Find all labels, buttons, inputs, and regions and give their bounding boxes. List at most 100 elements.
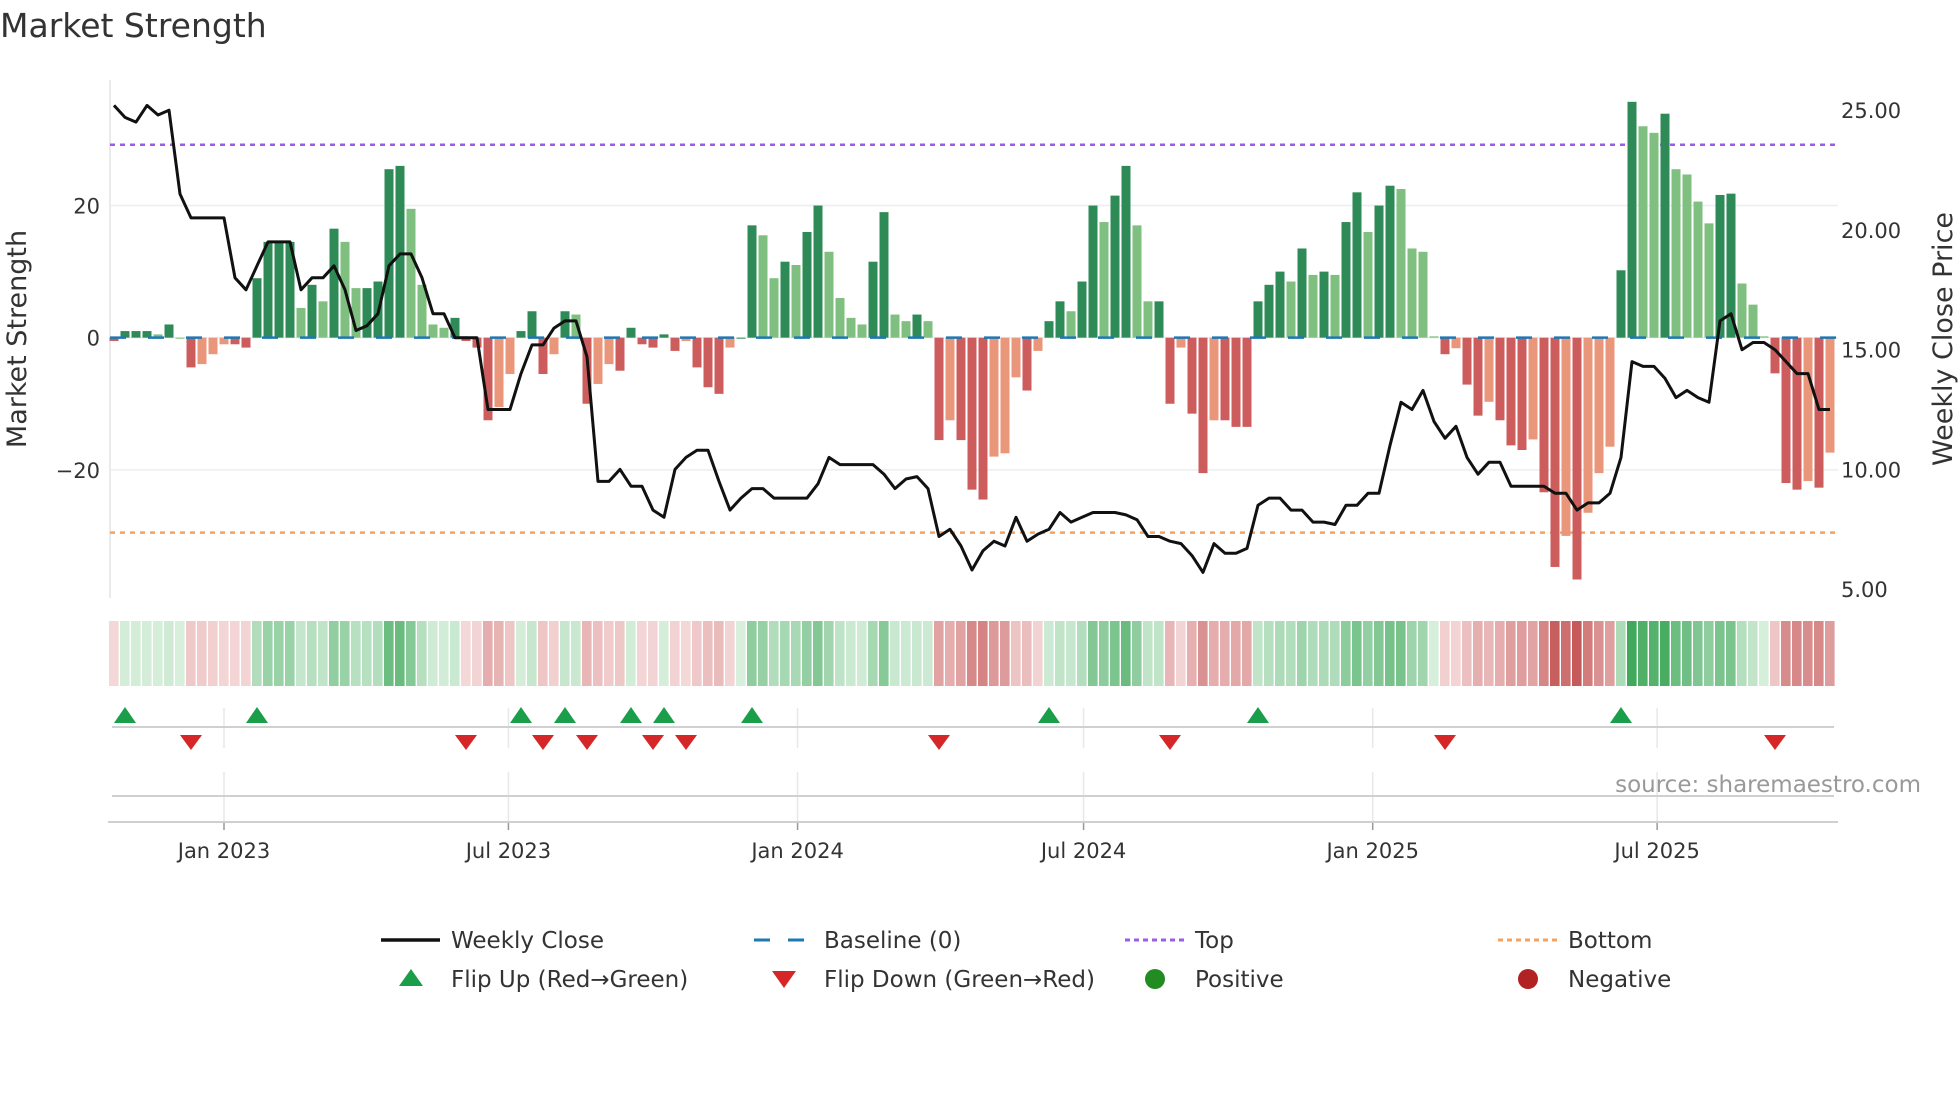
strength-bar — [1649, 132, 1659, 338]
strength-bar — [648, 337, 658, 348]
strength-heat-cell — [109, 621, 119, 686]
strength-heat-cell — [571, 621, 581, 686]
strength-heat-cell — [285, 621, 295, 686]
flip-up-marker — [554, 707, 576, 723]
strength-bar — [1165, 337, 1175, 404]
strength-heat-cell — [351, 621, 361, 686]
strength-heat-cell — [1121, 621, 1131, 686]
strength-heat-cell — [1693, 621, 1703, 686]
strength-heat-cell — [1396, 621, 1406, 686]
strength-heat-cell — [857, 621, 867, 686]
strength-heat-cell — [1781, 621, 1791, 686]
strength-bar — [890, 314, 900, 338]
strength-bar — [1759, 336, 1769, 338]
strength-heat-cell — [978, 621, 988, 686]
strength-heat-cell — [1583, 621, 1593, 686]
strength-heat-cell — [197, 621, 207, 686]
x-tick-label: Jul 2025 — [1612, 839, 1699, 863]
strength-bar — [747, 225, 757, 338]
legend-label: Positive — [1195, 967, 1284, 993]
legend-label: Flip Up (Red→Green) — [451, 967, 688, 993]
flip-up-marker — [620, 707, 642, 723]
flip-up-marker — [1610, 707, 1632, 723]
flip-up-marker — [653, 707, 675, 723]
strength-bar — [813, 205, 823, 338]
strength-bar — [615, 337, 625, 371]
strength-bar — [1110, 195, 1120, 338]
strength-heat-cell — [1737, 621, 1747, 686]
strength-bar — [1132, 225, 1142, 338]
strength-bar — [208, 337, 218, 355]
strength-bar — [1242, 337, 1252, 427]
strength-heat-cell — [1748, 621, 1758, 686]
strength-heat-cell — [1374, 621, 1384, 686]
strength-bar — [846, 317, 856, 338]
strength-bar — [1814, 337, 1824, 488]
strength-heat-cell — [1385, 621, 1395, 686]
strength-bar — [197, 337, 207, 365]
strength-heat-cell — [604, 621, 614, 686]
strength-heat-cell — [1616, 621, 1626, 686]
strength-bar — [1440, 337, 1450, 355]
flip-up-marker — [114, 707, 136, 723]
strength-heat-cell — [395, 621, 405, 686]
flip-up-marker — [246, 707, 268, 723]
triangle-down-icon — [772, 971, 796, 988]
strength-heat-cell — [296, 621, 306, 686]
strength-bar — [1616, 270, 1626, 338]
strength-heat-cell — [120, 621, 130, 686]
y-axis-label: Market Strength — [2, 230, 33, 448]
strength-bar — [1187, 337, 1197, 414]
strength-heat-cell — [1275, 621, 1285, 686]
legend-label: Negative — [1568, 967, 1671, 993]
strength-bar — [1011, 337, 1021, 378]
strength-heat-cell — [1363, 621, 1373, 686]
strength-bar — [769, 278, 779, 338]
strength-heat-cell — [1495, 621, 1505, 686]
strength-heat-cell — [1154, 621, 1164, 686]
strength-bar — [736, 337, 746, 339]
strength-heat-cell — [1792, 621, 1802, 686]
flip-down-marker — [928, 735, 950, 750]
strength-bar — [967, 337, 977, 490]
strength-bar — [1638, 126, 1648, 338]
strength-heat-cell — [230, 621, 240, 686]
strength-bar — [879, 212, 889, 338]
strength-heat-cell — [1550, 621, 1560, 686]
strength-bar — [131, 331, 141, 338]
flip-down-marker — [1159, 735, 1181, 750]
strength-bar — [318, 301, 328, 338]
strength-bar — [835, 298, 845, 338]
strength-heat-cell — [736, 621, 746, 686]
strength-bar — [1066, 311, 1076, 338]
strength-heat-cell — [1682, 621, 1692, 686]
strength-bar — [956, 337, 966, 441]
strength-bar — [1220, 337, 1230, 421]
strength-bar — [791, 265, 801, 338]
strength-heat-cell — [725, 621, 735, 686]
strength-heat-cell — [373, 621, 383, 686]
strength-bar — [1022, 337, 1032, 391]
flip-down-marker — [180, 735, 202, 750]
flip-up-marker — [1038, 707, 1060, 723]
strength-heat-cell — [1627, 621, 1637, 686]
strength-bar — [1704, 223, 1714, 338]
strength-bar — [1374, 205, 1384, 338]
strength-bar — [1033, 337, 1043, 351]
strength-bar — [1275, 271, 1285, 338]
strength-bar — [692, 337, 702, 368]
legend-label: Flip Down (Green→Red) — [824, 967, 1095, 993]
legend-item: Baseline (0) — [754, 928, 961, 954]
strength-bar — [1660, 113, 1670, 338]
strength-heat-cell — [1319, 621, 1329, 686]
strength-bar — [703, 337, 713, 388]
strength-bar — [1693, 201, 1703, 338]
strength-bar — [593, 337, 603, 384]
strength-bar — [1231, 337, 1241, 427]
strength-heat-cell — [263, 621, 273, 686]
strength-heat-cell — [1187, 621, 1197, 686]
legend-item: Negative — [1518, 967, 1671, 993]
strength-heat-cell — [186, 621, 196, 686]
strength-heat-cell — [1110, 621, 1120, 686]
strength-heat-cell — [131, 621, 141, 686]
